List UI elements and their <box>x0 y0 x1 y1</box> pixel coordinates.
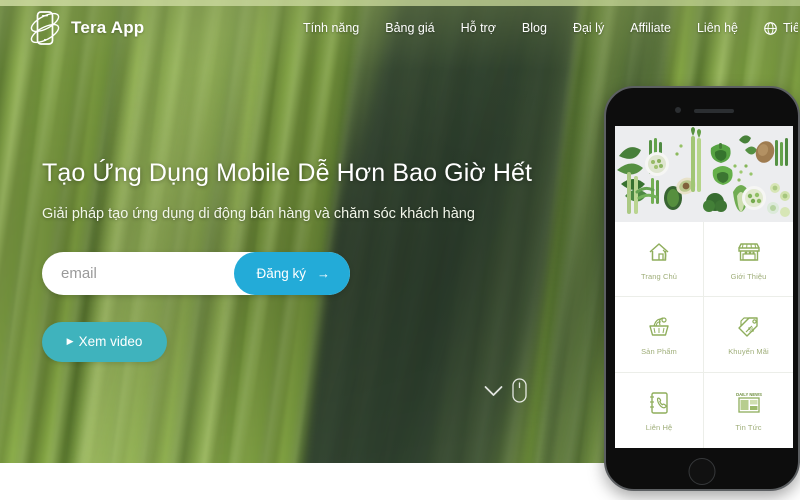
signup-form: Đăng ký → <box>42 251 350 295</box>
nav-item-affiliate[interactable]: Affiliate <box>630 21 671 35</box>
site-header: Tera App Tính năng Bảng giá Hỗ trợ Blog … <box>0 0 800 56</box>
chevron-down-icon <box>484 385 503 396</box>
phone-mockup: Trang Chủ Giới Thiệu Sản Phẩm % Khuyến M… <box>604 86 800 491</box>
nav-item-blog[interactable]: Blog <box>522 21 547 35</box>
language-selector[interactable]: Tiế <box>764 21 798 35</box>
basket-icon <box>649 317 669 336</box>
nav-item-tinh-nang[interactable]: Tính năng <box>303 21 359 35</box>
hero-headline: Tạo Ứng Dụng Mobile Dễ Hơn Bao Giờ Hết <box>42 159 533 187</box>
phone-book-icon <box>650 392 668 414</box>
app-menu-item-lien-he[interactable]: Liên Hệ <box>615 372 704 448</box>
house-icon <box>649 242 669 261</box>
app-menu-item-gioi-thieu[interactable]: Giới Thiệu <box>704 222 793 298</box>
app-menu-label: Liên Hệ <box>645 422 673 432</box>
app-menu-item-khuyen-mai[interactable]: % Khuyến Mãi <box>704 297 793 373</box>
app-menu-label: Tin Tức <box>735 422 762 432</box>
phone-screen: Trang Chủ Giới Thiệu Sản Phẩm % Khuyến M… <box>615 126 793 448</box>
hero-subheadline: Giải pháp tạo ứng dụng di động bán hàng … <box>42 206 475 222</box>
brand-name: Tera App <box>71 18 145 37</box>
newspaper-icon: DAILY NEWS <box>736 392 762 413</box>
storefront-icon <box>737 242 760 261</box>
arrow-right-icon: → <box>317 265 330 281</box>
nav-item-bang-gia[interactable]: Bảng giá <box>385 21 434 35</box>
app-menu-item-san-pham[interactable]: Sản Phẩm <box>615 297 704 373</box>
phone-orbit-icon <box>30 11 60 45</box>
app-menu-label: Khuyến Mãi <box>728 346 769 356</box>
language-label: Tiế <box>783 21 798 35</box>
app-menu-label: Sản Phẩm <box>641 346 677 356</box>
newspaper-masthead-text: DAILY NEWS <box>736 392 762 397</box>
app-banner-image <box>615 126 793 222</box>
main-navigation: Tính năng Bảng giá Hỗ trợ Blog Đại lý Af… <box>303 21 800 35</box>
app-menu-label: Trang Chủ <box>640 271 678 281</box>
scroll-down-cue[interactable] <box>484 378 527 403</box>
nav-item-dai-ly[interactable]: Đại lý <box>573 21 604 35</box>
vegetables-banner-image <box>615 126 793 222</box>
phone-speaker <box>694 109 734 113</box>
landing-page: Tera App Tính năng Bảng giá Hỗ trợ Blog … <box>0 0 800 500</box>
play-icon: ▶ <box>66 336 74 347</box>
nav-item-lien-he[interactable]: Liên hệ <box>697 21 738 35</box>
app-menu-item-tin-tuc[interactable]: DAILY NEWS Tin Tức <box>704 373 793 448</box>
svg-text:%: % <box>748 327 754 334</box>
hero-content: Tạo Ứng Dụng Mobile Dễ Hơn Bao Giờ Hết G… <box>42 158 562 362</box>
globe-icon <box>764 21 777 35</box>
app-menu-grid: Trang Chủ Giới Thiệu Sản Phẩm % Khuyến M… <box>615 222 793 448</box>
price-tag-icon: % <box>737 317 758 337</box>
brand-logo[interactable]: Tera App <box>28 9 144 47</box>
signup-submit-button[interactable]: Đăng ký → <box>234 251 350 295</box>
watch-video-button[interactable]: ▶ Xem video <box>42 321 167 362</box>
phone-camera-icon <box>675 107 681 113</box>
phone-home-button[interactable] <box>688 458 716 485</box>
watch-video-label: Xem video <box>78 334 143 350</box>
nav-item-ho-tro[interactable]: Hỗ trợ <box>461 21 496 35</box>
app-menu-item-trang-chu[interactable]: Trang Chủ <box>615 222 704 298</box>
mouse-scroll-icon <box>512 378 527 403</box>
app-menu-label: Giới Thiệu <box>730 271 767 281</box>
phone-body: Trang Chủ Giới Thiệu Sản Phẩm % Khuyến M… <box>604 86 800 491</box>
email-input[interactable] <box>42 252 232 294</box>
signup-submit-label: Đăng ký <box>256 265 306 281</box>
